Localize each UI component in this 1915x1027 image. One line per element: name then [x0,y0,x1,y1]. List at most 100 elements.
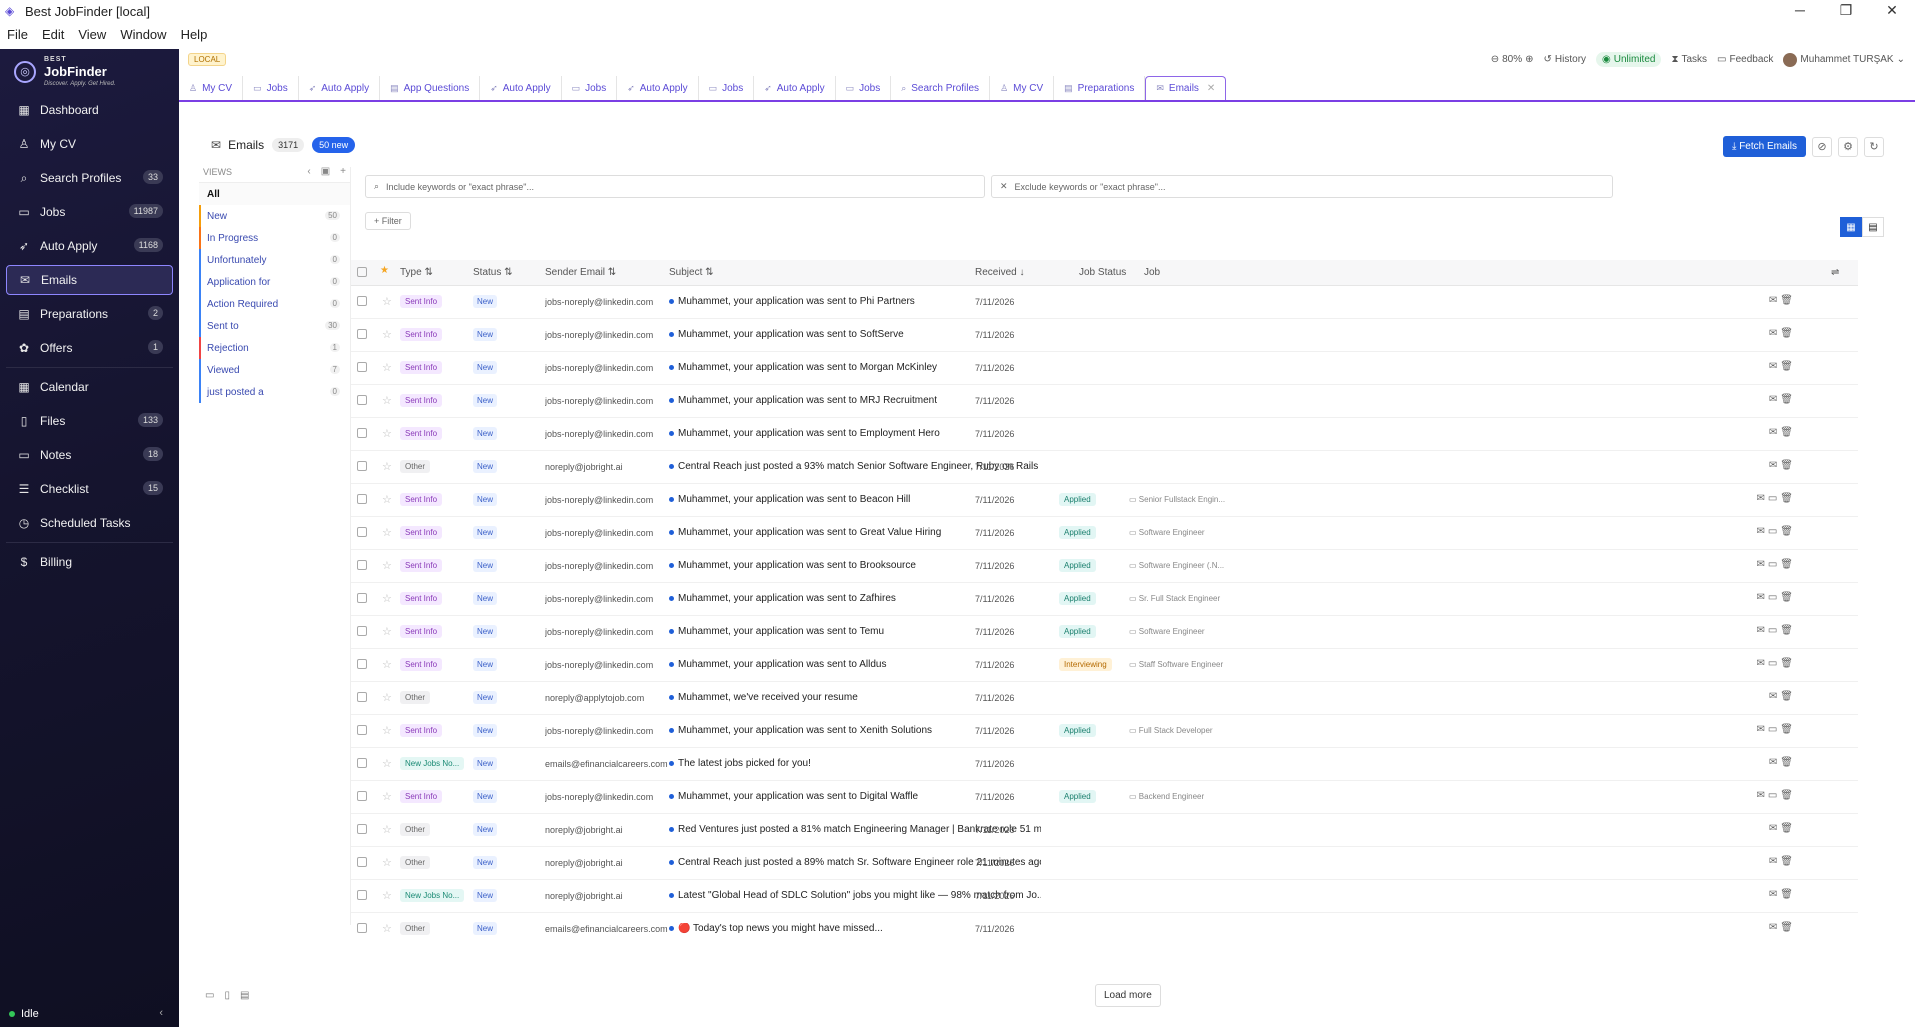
mail-icon[interactable]: ✉ [1756,526,1767,537]
trash-icon[interactable]: 🗑 [1780,922,1796,933]
settings-icon[interactable]: ⚙ [1838,136,1858,157]
collapse-views-icon[interactable]: ‹ [307,166,310,177]
mail-icon[interactable]: ✉ [1756,658,1767,669]
sidebar-item-preparations[interactable]: ▤ Preparations 2 [6,299,173,329]
feedback-button[interactable]: ▭ Feedback [1717,54,1773,65]
mail-icon[interactable]: ✉ [1769,823,1780,834]
menu-help[interactable]: Help [174,24,215,46]
row-checkbox[interactable] [357,329,367,339]
menu-edit[interactable]: Edit [35,24,71,46]
row-checkbox[interactable] [357,725,367,735]
star-icon[interactable]: ☆ [382,625,392,638]
star-icon[interactable]: ☆ [382,427,392,440]
row-checkbox[interactable] [357,626,367,636]
sidebar-item-checklist[interactable]: ☰ Checklist 15 [6,474,173,504]
block-icon[interactable]: ⊘ [1812,136,1832,157]
sidebar-item-search-profiles[interactable]: ⌕ Search Profiles 33 [6,163,173,193]
maximize-icon[interactable]: ❐ [1823,0,1869,22]
star-icon[interactable]: ☆ [382,757,392,770]
add-view-icon[interactable]: + [340,166,346,177]
mail-icon[interactable]: ✉ [1769,922,1780,933]
table-view-icon[interactable]: ▦ [1840,217,1862,237]
tab-jobs[interactable]: ▭ Jobs [699,76,755,100]
history-button[interactable]: ↺ History [1544,54,1587,65]
row-checkbox[interactable] [357,659,367,669]
star-icon[interactable]: ☆ [382,361,392,374]
sidebar-item-my-cv[interactable]: ♙ My CV [6,129,173,159]
trash-icon[interactable]: 🗑 [1780,361,1796,372]
trash-icon[interactable]: 🗑 [1780,559,1796,570]
row-checkbox[interactable] [357,395,367,405]
trash-icon[interactable]: 🗑 [1780,460,1796,471]
mail-icon[interactable]: ✉ [1769,757,1780,768]
sidebar-item-jobs[interactable]: ▭ Jobs 11987 [6,197,173,227]
menu-window[interactable]: Window [113,24,173,46]
tab-auto-apply[interactable]: ➶ Auto Apply [617,76,699,100]
star-icon[interactable]: ☆ [382,889,392,902]
briefcase-icon[interactable]: ▭ [1768,559,1780,570]
layout-icon[interactable]: ▭ [205,990,214,1001]
collapse-icon[interactable]: ‹ [159,1007,163,1019]
table-row[interactable]: ☆ Sent Info New jobs-noreply@linkedin.com Mu… [351,583,1858,616]
star-icon[interactable]: ☆ [382,394,392,407]
star-icon[interactable]: ☆ [382,526,392,539]
view-item-unfortunately[interactable]: Unfortunately 0 [199,249,350,271]
star-icon[interactable]: ☆ [382,658,392,671]
tab-auto-apply[interactable]: ➶ Auto Apply [754,76,836,100]
table-row[interactable]: ☆ Sent Info New jobs-noreply@linkedin.com Mu… [351,418,1858,451]
row-checkbox[interactable] [357,560,367,570]
col-type[interactable]: Type ⇅ [400,267,433,278]
sidebar-item-notes[interactable]: ▭ Notes 18 [6,440,173,470]
close-icon[interactable]: ✕ [1869,0,1915,22]
include-search-input[interactable]: Include keywords or "exact phrase"... [386,182,534,192]
col-job[interactable]: Job [1144,267,1160,278]
zoom-control[interactable]: ⊖ 80% ⊕ [1491,54,1534,65]
view-item-viewed[interactable]: Viewed 7 [199,359,350,381]
tab-jobs[interactable]: ▭ Jobs [243,76,299,100]
view-item-rejection[interactable]: Rejection 1 [199,337,350,359]
trash-icon[interactable]: 🗑 [1780,394,1796,405]
star-icon[interactable]: ☆ [382,328,392,341]
trash-icon[interactable]: 🗑 [1780,526,1796,537]
star-icon[interactable]: ☆ [382,691,392,704]
trash-icon[interactable]: 🗑 [1780,592,1796,603]
mail-icon[interactable]: ✉ [1769,856,1780,867]
menu-file[interactable]: File [0,24,35,46]
star-icon[interactable]: ☆ [382,559,392,572]
columns-settings-icon[interactable]: ⇌ [1831,267,1839,278]
star-icon[interactable]: ☆ [382,493,392,506]
row-checkbox[interactable] [357,362,367,372]
sidebar-item-dashboard[interactable]: ▦ Dashboard [6,95,173,125]
table-row[interactable]: ☆ Sent Info New jobs-noreply@linkedin.com Mu… [351,385,1858,418]
tab-search-profiles[interactable]: ⌕ Search Profiles [891,76,991,100]
tab-my-cv[interactable]: ♙ My CV [179,76,244,100]
menu-view[interactable]: View [71,24,113,46]
sidebar-item-calendar[interactable]: ▦ Calendar [6,372,173,402]
table-row[interactable]: ☆ Sent Info New jobs-noreply@linkedin.com Mu… [351,352,1858,385]
briefcase-icon[interactable]: ▭ [1768,724,1780,735]
clipboard-icon[interactable]: ▯ [224,990,230,1001]
zoom-out-icon[interactable]: ⊖ [1491,54,1499,65]
col-job-status[interactable]: Job Status [1079,267,1126,278]
tab-auto-apply[interactable]: ➶ Auto Apply [299,76,381,100]
logo[interactable]: ◎ BEST JobFinder Discover. Apply. Get Hi… [0,49,179,95]
zoom-in-icon[interactable]: ⊕ [1525,54,1533,65]
trash-icon[interactable]: 🗑 [1780,691,1796,702]
table-row[interactable]: ☆ New Jobs No... New noreply@jobright.ai Lat… [351,880,1858,913]
minimize-icon[interactable]: ─ [1777,0,1823,22]
job-link[interactable]: ▭ Software Engineer [1129,528,1205,537]
tab-auto-apply[interactable]: ➶ Auto Apply [480,76,562,100]
table-row[interactable]: ☆ Sent Info New jobs-noreply@linkedin.com Mu… [351,286,1858,319]
trash-icon[interactable]: 🗑 [1780,757,1796,768]
tab-jobs[interactable]: ▭ Jobs [562,76,618,100]
sidebar-item-scheduled-tasks[interactable]: ◷ Scheduled Tasks [6,508,173,538]
table-row[interactable]: ☆ Sent Info New jobs-noreply@linkedin.com Mu… [351,517,1858,550]
job-link[interactable]: ▭ Full Stack Developer [1129,726,1213,735]
briefcase-icon[interactable]: ▭ [1768,592,1780,603]
briefcase-icon[interactable]: ▭ [1768,493,1780,504]
row-checkbox[interactable] [357,923,367,933]
tab-close-icon[interactable]: ✕ [1207,83,1215,94]
row-checkbox[interactable] [357,791,367,801]
star-icon[interactable]: ☆ [382,592,392,605]
star-icon[interactable]: ☆ [382,460,392,473]
